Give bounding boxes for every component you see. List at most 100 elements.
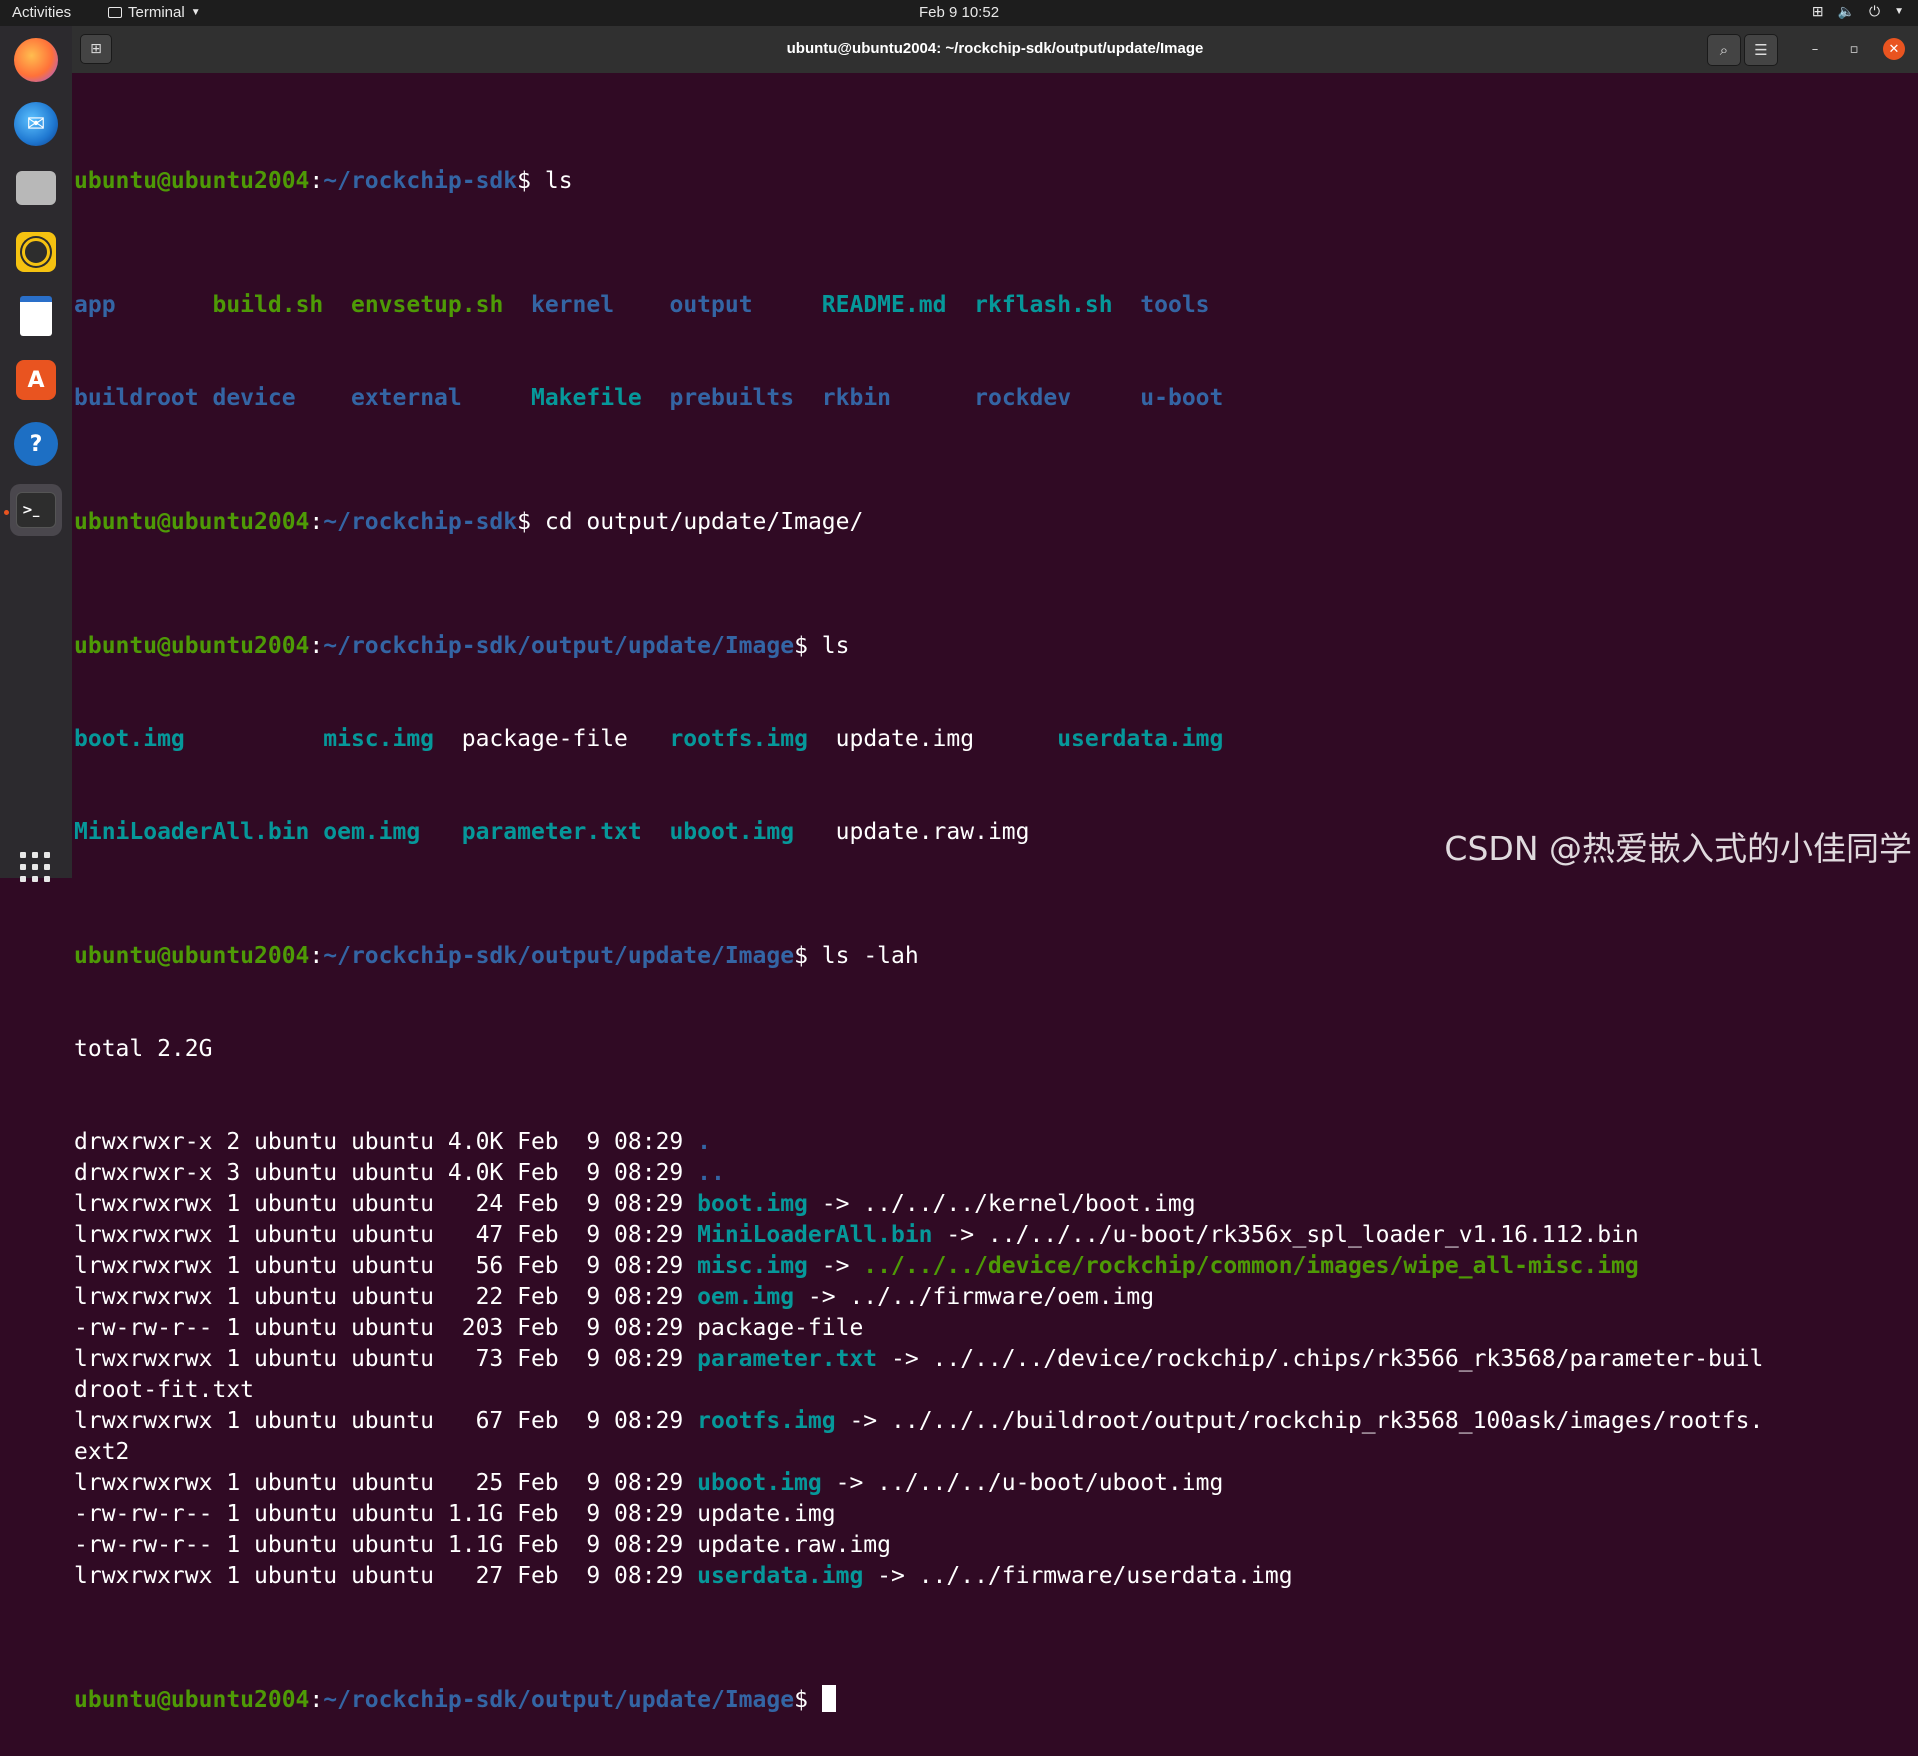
entry-meta: drwxrwxr-x 3 ubuntu ubuntu 4.0K Feb 9 08… — [74, 1160, 698, 1186]
link-entry: oem.img — [323, 819, 462, 845]
entry-name: .. — [697, 1160, 725, 1186]
speaker-icon — [16, 232, 56, 272]
listing-entry: lrwxrwxrwx 1 ubuntu ubuntu 27 Feb 9 08:2… — [74, 1561, 1763, 1592]
entry-meta: lrwxrwxrwx 1 ubuntu ubuntu 25 Feb 9 08:2… — [74, 1470, 698, 1496]
prompt-user: ubuntu@ubuntu2004 — [74, 633, 310, 659]
link-entry: Makefile — [530, 385, 670, 411]
prompt-separator: : — [309, 509, 324, 535]
link-entry: MiniLoaderAll.bin — [74, 819, 324, 845]
file-entry: update.img — [835, 726, 1058, 752]
long-listing: drwxrwxr-x 2 ubuntu ubuntu 4.0K Feb 9 08… — [74, 1127, 1763, 1592]
dock-files[interactable] — [10, 162, 62, 214]
listing-entry: lrwxrwxrwx 1 ubuntu ubuntu 67 Feb 9 08:2… — [74, 1406, 1763, 1437]
entry-arrow: -> — [821, 1470, 878, 1496]
entry-meta: -rw-rw-r-- 1 ubuntu ubuntu 203 Feb 9 08:… — [74, 1315, 698, 1341]
file-entry: update.raw.img — [835, 819, 1030, 845]
dir-entry: rkbin — [821, 385, 975, 411]
entry-arrow: -> — [794, 1284, 850, 1310]
entry-name: package-file — [697, 1315, 864, 1341]
close-button[interactable]: ✕ — [1883, 38, 1905, 60]
entry-arrow: -> — [877, 1346, 933, 1372]
dir-entry: device — [212, 385, 351, 411]
entry-arrow: -> — [932, 1222, 988, 1248]
prompt-separator: : — [309, 1687, 324, 1713]
command-text: ls -lah — [821, 943, 919, 969]
maximize-button[interactable]: ▫ — [1843, 38, 1865, 60]
total-line: total 2.2G — [74, 1036, 213, 1062]
power-icon: ⏻ — [1869, 3, 1881, 19]
entry-meta: lrwxrwxrwx 1 ubuntu ubuntu 67 Feb 9 08:2… — [74, 1408, 698, 1434]
listing-entry: lrwxrwxrwx 1 ubuntu ubuntu 73 Feb 9 08:2… — [74, 1344, 1763, 1375]
entry-target: ../../firmware/userdata.img — [918, 1563, 1293, 1589]
listing-entry: lrwxrwxrwx 1 ubuntu ubuntu 22 Feb 9 08:2… — [74, 1282, 1763, 1313]
show-applications-icon[interactable] — [20, 852, 52, 884]
link-entry: README.md — [821, 292, 975, 318]
entry-name: oem.img — [697, 1284, 795, 1310]
search-button[interactable]: ⌕ — [1707, 34, 1741, 66]
dock-thunderbird[interactable]: ✉ — [10, 98, 62, 150]
dock-help[interactable]: ? — [10, 418, 62, 470]
folder-icon — [16, 171, 56, 205]
prompt-symbol: $ — [517, 509, 545, 535]
entry-meta: -rw-rw-r-- 1 ubuntu ubuntu 1.1G Feb 9 08… — [74, 1501, 698, 1527]
prompt-user: ubuntu@ubuntu2004 — [74, 509, 310, 535]
listing-row: boot.img misc.img package-file rootfs.im… — [74, 724, 1763, 755]
dock-software[interactable]: A — [10, 354, 62, 406]
prompt-user: ubuntu@ubuntu2004 — [74, 943, 310, 969]
dir-entry: output — [669, 292, 822, 318]
close-icon: ✕ — [1888, 41, 1900, 57]
prompt-line: ubuntu@ubuntu2004:~/rockchip-sdk/output/… — [74, 1685, 1763, 1716]
link-entry: uboot.img — [669, 819, 836, 845]
entry-name: rootfs.img — [697, 1408, 836, 1434]
listing-entry: ext2 — [74, 1437, 1763, 1468]
entry-meta: lrwxrwxrwx 1 ubuntu ubuntu 73 Feb 9 08:2… — [74, 1346, 698, 1372]
dock-rhythmbox[interactable] — [10, 226, 62, 278]
firefox-icon — [14, 38, 58, 82]
link-entry: misc.img — [323, 726, 462, 752]
entry-meta: lrwxrwxrwx 1 ubuntu ubuntu 56 Feb 9 08:2… — [74, 1253, 698, 1279]
entry-name: parameter.txt — [697, 1346, 878, 1372]
dock-firefox[interactable] — [10, 34, 62, 86]
terminal-output[interactable]: ubuntu@ubuntu2004:~/rockchip-sdk$ ls app… — [72, 73, 1918, 1713]
prompt-line: ubuntu@ubuntu2004:~/rockchip-sdk$ ls — [74, 166, 1763, 197]
exec-entry: envsetup.sh — [350, 292, 531, 318]
prompt-symbol: $ — [517, 168, 545, 194]
entry-arrow: -> — [863, 1563, 919, 1589]
hamburger-icon: ☰ — [1754, 41, 1768, 59]
entry-arrow: -> — [835, 1408, 891, 1434]
entry-target: ../../../device/rockchip/common/images/w… — [863, 1253, 1639, 1279]
help-icon: ? — [14, 422, 58, 466]
prompt-user: ubuntu@ubuntu2004 — [74, 168, 310, 194]
dock-writer[interactable] — [10, 290, 62, 342]
entry-meta: lrwxrwxrwx 1 ubuntu ubuntu 24 Feb 9 08:2… — [74, 1191, 698, 1217]
listing-entry: -rw-rw-r-- 1 ubuntu ubuntu 1.1G Feb 9 08… — [74, 1530, 1763, 1561]
prompt-path: ~/rockchip-sdk — [323, 168, 518, 194]
prompt-symbol: $ — [794, 1687, 822, 1713]
entry-target: ../../../device/rockchip/.chips/rk3566_r… — [932, 1346, 1764, 1372]
listing-entry: droot-fit.txt — [74, 1375, 1763, 1406]
link-entry: rkflash.sh — [974, 292, 1141, 318]
entry-target: ../../firmware/oem.img — [849, 1284, 1155, 1310]
system-tray[interactable]: ⊞ 🔈 ⏻ ▼ — [1812, 3, 1904, 20]
entry-target: ext2 — [74, 1439, 130, 1465]
prompt-symbol: $ — [794, 633, 822, 659]
dock-terminal[interactable]: >_ — [10, 484, 62, 536]
search-icon: ⌕ — [1719, 41, 1729, 59]
exec-entry: build.sh — [212, 292, 351, 318]
prompt-line: ubuntu@ubuntu2004:~/rockchip-sdk/output/… — [74, 631, 1763, 662]
listing-entry: -rw-rw-r-- 1 ubuntu ubuntu 1.1G Feb 9 08… — [74, 1499, 1763, 1530]
minimize-button[interactable]: – — [1804, 38, 1826, 60]
entry-arrow: -> — [807, 1253, 864, 1279]
minimize-icon: – — [1811, 41, 1819, 57]
network-icon: ⊞ — [1811, 3, 1824, 19]
listing-entry: -rw-rw-r-- 1 ubuntu ubuntu 203 Feb 9 08:… — [74, 1313, 1763, 1344]
dir-entry: u-boot — [1140, 385, 1224, 411]
entry-name: update.raw.img — [697, 1532, 891, 1558]
header-bar: ⊞ ubuntu@ubuntu2004: ~/rockchip-sdk/outp… — [72, 26, 1918, 73]
prompt-path: ~/rockchip-sdk/output/update/Image — [323, 633, 795, 659]
link-entry: userdata.img — [1057, 726, 1224, 752]
entry-name: userdata.img — [697, 1563, 864, 1589]
clock[interactable]: Feb 9 10:52 — [0, 4, 1918, 21]
prompt-line: ubuntu@ubuntu2004:~/rockchip-sdk$ cd out… — [74, 507, 1763, 538]
menu-button[interactable]: ☰ — [1744, 34, 1778, 66]
